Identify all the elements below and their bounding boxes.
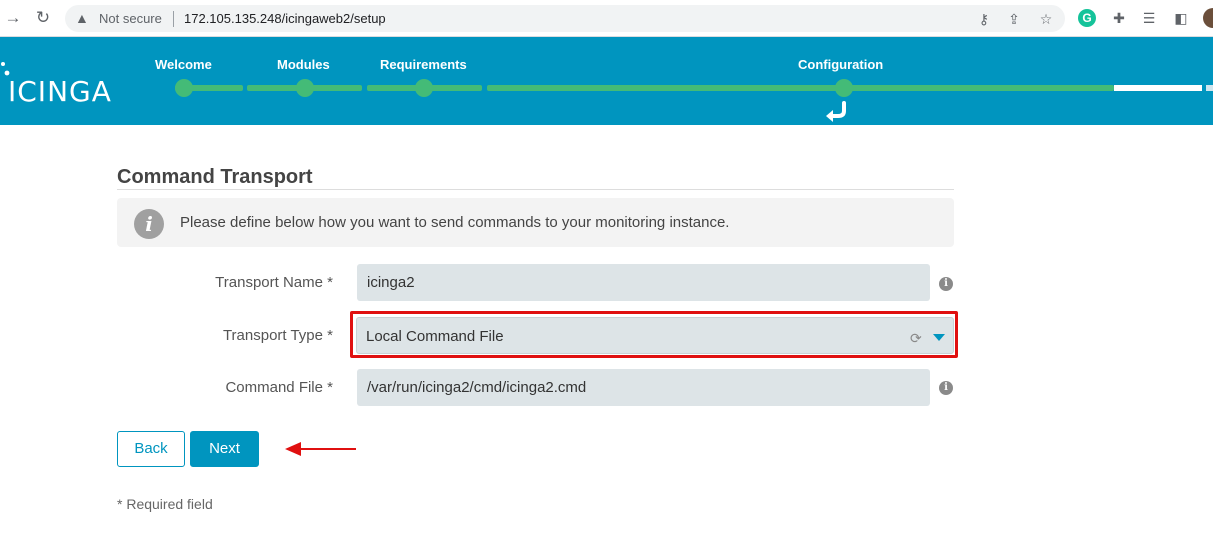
required-field-note: * Required field <box>117 496 213 512</box>
step-modules-label: Modules <box>277 57 330 72</box>
side-panel-icon[interactable]: ◧ <box>1172 9 1190 27</box>
step-configuration-dot <box>835 79 853 97</box>
step-modules-dot <box>296 79 314 97</box>
next-button[interactable]: Next <box>190 431 259 467</box>
browser-toolbar: → ↻ ▲ Not secure 172.105.135.248/icingaw… <box>0 0 1213 37</box>
logo-text: icinga <box>8 75 112 108</box>
command-file-help-icon[interactable]: i <box>939 381 953 395</box>
transport-type-label: Transport Type * <box>222 327 333 344</box>
setup-header: icinga Welcome Modules Requirements Conf… <box>0 37 1213 125</box>
url-text[interactable]: 172.105.135.248/icingaweb2/setup <box>184 11 386 26</box>
step-requirements-dot <box>415 79 433 97</box>
progress-remaining <box>1114 85 1202 91</box>
back-button[interactable]: Back <box>117 431 185 467</box>
transport-name-help-icon[interactable]: i <box>939 277 953 291</box>
reading-list-icon[interactable]: ☰ <box>1140 9 1158 27</box>
title-divider <box>117 189 954 190</box>
progress-segment-configuration <box>487 85 1114 91</box>
transport-name-input[interactable]: icinga2 <box>357 264 930 301</box>
warning-triangle-icon[interactable]: ▲ <box>75 10 91 26</box>
info-icon: i <box>134 209 164 239</box>
page-title: Command Transport <box>117 166 313 188</box>
refresh-spinner-icon: ⟳ <box>910 330 922 346</box>
chevron-down-icon[interactable] <box>933 334 945 341</box>
icinga-logo: icinga <box>8 75 112 108</box>
step-configuration-label: Configuration <box>798 57 884 72</box>
transport-name-label: Transport Name * <box>215 274 333 291</box>
share-icon[interactable]: ⇪ <box>1005 10 1023 28</box>
reload-icon[interactable]: ↻ <box>34 9 52 27</box>
extensions-puzzle-icon[interactable]: ✚ <box>1110 9 1128 27</box>
command-file-label: Command File * <box>225 379 333 396</box>
forward-arrow-icon[interactable]: → <box>4 9 22 27</box>
step-welcome-dot <box>175 79 193 97</box>
profile-avatar[interactable] <box>1203 8 1213 28</box>
transport-type-select[interactable]: Local Command File <box>356 317 954 354</box>
step-welcome-label: Welcome <box>155 57 212 72</box>
annotation-arrow-line <box>300 448 356 450</box>
bookmark-star-icon[interactable]: ☆ <box>1037 10 1055 28</box>
info-text: Please define below how you want to send… <box>180 214 730 231</box>
key-icon[interactable]: ⚷ <box>975 10 993 28</box>
progress-next-step <box>1206 85 1213 91</box>
annotation-arrow-head <box>285 442 301 456</box>
address-divider <box>173 11 174 27</box>
return-arrow-icon <box>826 101 846 122</box>
command-file-input[interactable]: /var/run/icinga2/cmd/icinga2.cmd <box>357 369 930 406</box>
address-bar[interactable]: ▲ Not secure 172.105.135.248/icingaweb2/… <box>65 5 1065 32</box>
info-banner: i Please define below how you want to se… <box>117 198 954 247</box>
security-label[interactable]: Not secure <box>99 11 162 26</box>
grammarly-icon[interactable]: G <box>1078 9 1096 27</box>
step-requirements-label: Requirements <box>380 57 467 72</box>
